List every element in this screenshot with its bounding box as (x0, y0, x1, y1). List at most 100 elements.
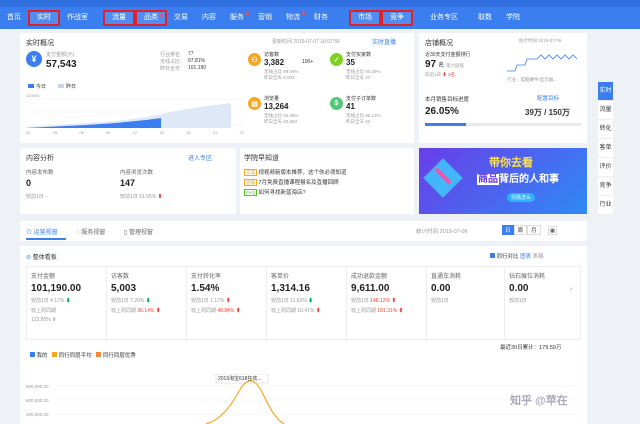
kpi-w-label: 较上周同期 (191, 308, 217, 314)
academy-item[interactable]: 实操 视视频新版本推荐，这个你必须知道 (244, 168, 347, 176)
period-day[interactable]: 日 (502, 225, 514, 235)
sidebar-item-industry[interactable]: 行业 (598, 196, 613, 215)
kpi-w-label: 较上周同期 (31, 308, 57, 314)
metric-yday: 5,003 (283, 75, 295, 80)
kpi-ztc[interactable]: 直通车消耗 0.00 较前1日 (427, 267, 505, 341)
legend-today-swatch (28, 84, 34, 88)
overall-board: ⊜ 整体看板 同行对比 图表 表格 支付金额 101,190.00 较前1日 4… (20, 246, 587, 424)
posts-change-label: 较前1日 (26, 194, 44, 200)
legend-peer-avg[interactable]: 同行同层平均 (59, 353, 92, 359)
tab-service[interactable]: ◌ 服务视窗 (76, 227, 105, 236)
kpi-w: 48.84% (217, 308, 235, 314)
up-arrow-icon: ⬆ (315, 308, 321, 314)
academy-tag: 实操 (244, 169, 257, 176)
academy-item-text: 视视频新版本推荐，这个你必须知道 (258, 170, 347, 176)
nav-realtime[interactable]: 实时 (28, 10, 60, 26)
yday-label: 昨日全天 (160, 66, 181, 72)
chevron-right-icon[interactable]: › (570, 286, 572, 293)
kpi-d1-label: 较前1日 (191, 298, 209, 304)
x-tick: 18 (186, 130, 191, 135)
academy-title: 学院早知道 (244, 155, 279, 162)
nav-logistics[interactable]: 物流 (279, 10, 307, 26)
legend-today: 今日 (36, 84, 47, 90)
nav-academy[interactable]: 学院 (499, 10, 527, 26)
kpi-d1: 4.17% (50, 298, 65, 304)
legend-mine[interactable]: 我的 (37, 353, 48, 359)
rank-value: 77 (188, 51, 194, 57)
view-table-toggle[interactable]: 表格 (533, 254, 544, 260)
goal-label: 本月销售目标进度 (425, 97, 470, 103)
goal-progress-track (425, 123, 581, 126)
metric-visitors: ⚇ 访客数 3,382 100+ 无线占比 89.59% 昨日全天 5,003 (248, 49, 330, 93)
sidebar-item-traffic[interactable]: 流量 (598, 101, 613, 120)
up-arrow-icon: ⬆ (157, 194, 163, 200)
sidebar-item-competition[interactable]: 竞争 (598, 177, 613, 196)
nav-competition[interactable]: 竞争 (381, 10, 413, 26)
kpi-d1: 7.20% (130, 298, 145, 304)
rank-up-icon: ⬆ (442, 72, 447, 77)
nav-war-room[interactable]: 作战室 (60, 10, 95, 26)
nav-trade[interactable]: 交易 (167, 10, 195, 26)
down-arrow-icon: ⬇ (308, 298, 314, 304)
tab-service-label: 服务视窗 (81, 230, 106, 236)
goal-config-link[interactable]: 配置目标 (537, 94, 559, 102)
kpi-pay-amount[interactable]: 支付金额 101,190.00 较前1日 4.17% ⬇ 较上周同期 123.8… (27, 267, 107, 341)
sidebar-item-realtime[interactable]: 实时 (598, 82, 613, 101)
period-week[interactable]: 周 (513, 225, 528, 235)
calendar-icon[interactable]: ▦ (548, 226, 557, 235)
academy-item-text: 如何寻找新蓝海店? (258, 190, 306, 196)
nav-category[interactable]: 品类 (135, 10, 167, 26)
posts-change: - (45, 194, 47, 200)
sidebar-item-conversion[interactable]: 转化 (598, 120, 613, 139)
nav-business-zone[interactable]: 业务专区 (423, 10, 465, 26)
down-arrow-icon: ⬇ (145, 298, 151, 304)
kpi-zuanzhan[interactable]: 钻石展位消耗 0.00 较前1日 (505, 267, 582, 341)
nav-service[interactable]: 服务 (223, 10, 251, 26)
realtime-live-link[interactable]: 实时直播 (372, 37, 396, 46)
metric-ratio-label: 无线占比 (346, 69, 364, 74)
academy-item-text: 7月免费直播课程报名及直播回顾 (258, 180, 339, 186)
kpi-conversion[interactable]: 支付转化率 1.54% 较前1日 1.17% ⬆ 较上周同期 48.84% ⬆ (187, 267, 267, 341)
realtime-card: 实时概况 更新时间 2019-07-07 16:07:58 实时直播 ¥ 支付金… (20, 33, 414, 143)
metric-ratio: 94.35% (283, 113, 299, 118)
shop-rank-sparkline (507, 54, 578, 72)
ratio-value: 97.81% (188, 58, 205, 64)
metric-buyers: ✓ 支付买家数 35 无线占比 94.29% 昨日全天 47 (330, 49, 412, 93)
kpi-d1-label: 较前1日 (509, 298, 527, 304)
nav-data-fetch[interactable]: 取数 (471, 10, 499, 26)
x-tick: 12 (132, 130, 138, 135)
nav-marketing[interactable]: 营销 (251, 10, 279, 26)
banner-button[interactable]: 你猜怎么 (507, 193, 536, 202)
posts-label: 内容发布数 (26, 170, 54, 176)
view-chart-toggle[interactable]: 图表 (520, 254, 531, 260)
trend-chart (56, 374, 576, 424)
content-zone-link[interactable]: 进入专区 (188, 153, 212, 162)
legend-peer-best[interactable]: 同行同层优秀 (103, 353, 136, 359)
compare-checkbox[interactable] (490, 253, 495, 258)
kpi-refund[interactable]: 成功退款金额 9,611.00 较前1日 148.12% ⬆ 较上周同期 181… (347, 267, 427, 341)
legend-swatch (52, 352, 58, 357)
academy-item[interactable]: 直播 7月免费直播课程报名及直播回顾 (244, 178, 339, 186)
nav-finance[interactable]: 财务 (307, 10, 335, 26)
sidebar-item-review[interactable]: 评价 (598, 158, 613, 177)
promo-banner[interactable]: 带你去看 商品背后的人和事 你猜怎么 (419, 148, 587, 214)
kpi-avg-price[interactable]: 客单价 1,314.16 较前1日 11.63% ⬇ 较上周同期 10.47% … (267, 267, 347, 341)
sidebar-item-avg-price[interactable]: 客单 (598, 139, 613, 158)
nav-market[interactable]: 市场 (349, 10, 381, 26)
tab-ops[interactable]: ⊙ 运营视窗 (26, 227, 58, 236)
new-dot (246, 12, 249, 15)
up-arrow-icon: ⬆ (155, 308, 161, 314)
kpi-value: 101,190.00 (31, 283, 82, 294)
order-icon: $ (330, 97, 343, 110)
nav-traffic[interactable]: 流量 (103, 10, 135, 26)
board-title: 整体看板 (32, 255, 57, 261)
nav-content[interactable]: 内容 (195, 10, 223, 26)
nav-home[interactable]: 首页 (0, 10, 28, 26)
sparkline (507, 54, 578, 72)
tab-manage[interactable]: ▯ 管理视窗 (124, 227, 153, 236)
period-month[interactable]: 月 (527, 225, 541, 235)
academy-item[interactable]: FAQ 如何寻找新蓝海店? (244, 188, 306, 196)
metric-value: 3,382 (264, 58, 285, 67)
kpi-visitors[interactable]: 访客数 5,003 较前1日 7.20% ⬇ 较上周同期 36.14% ⬆ (107, 267, 187, 341)
x-tick: 00 (26, 130, 31, 135)
